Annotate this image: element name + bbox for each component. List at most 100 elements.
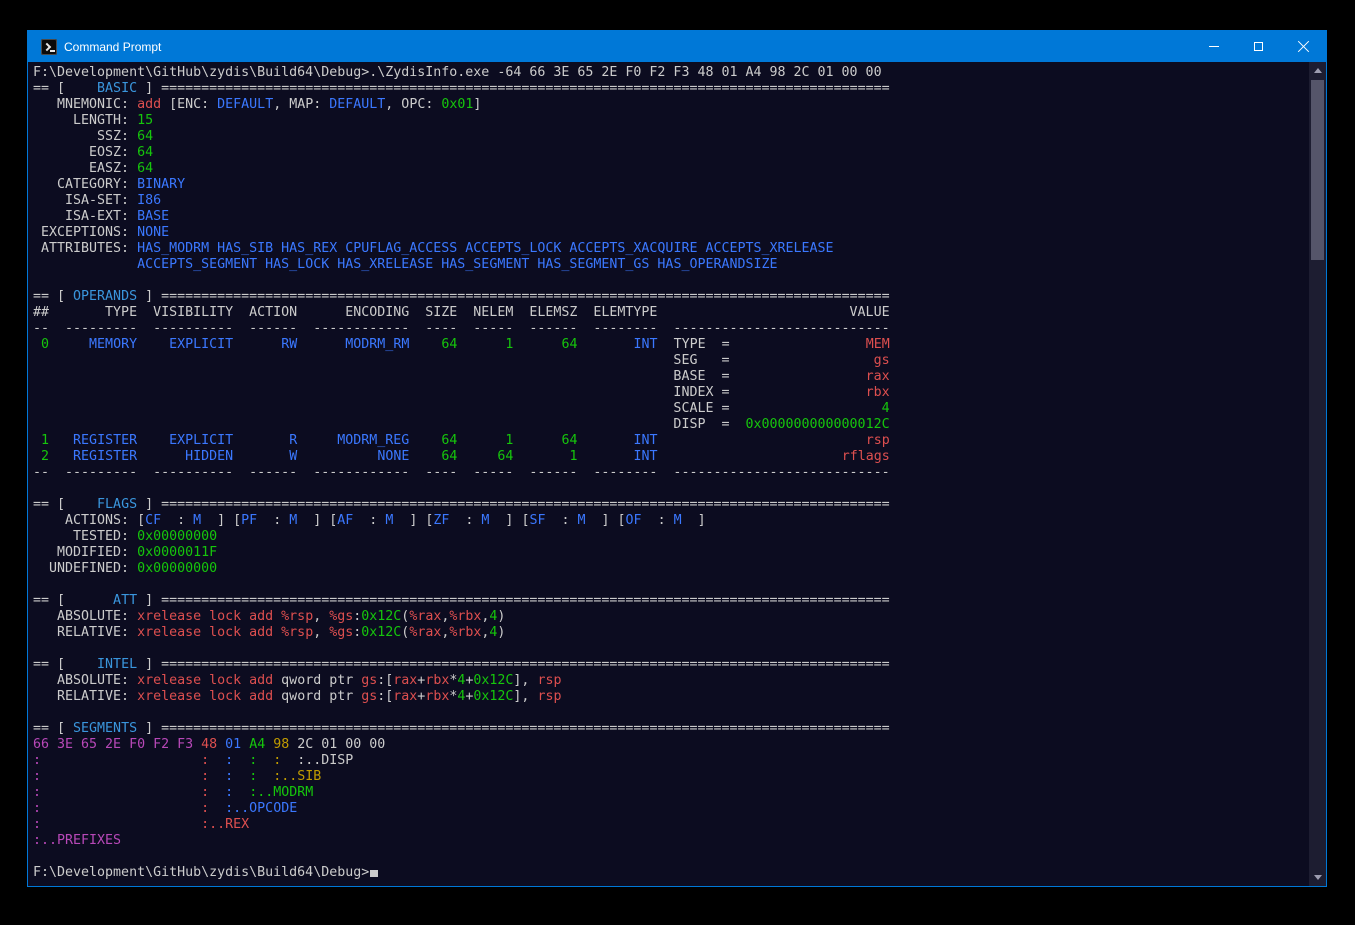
terminal-text: HAS_MODRM HAS_SIB HAS_REX CPUFLAG_ACCESS… <box>137 241 833 256</box>
terminal-line: DISP = 0x000000000000012C <box>33 417 1308 433</box>
scrollbar[interactable] <box>1309 62 1326 886</box>
terminal-line: : : : :..MODRM <box>33 785 1308 801</box>
maximize-button[interactable] <box>1236 31 1281 62</box>
terminal-text: MEMORY <box>89 337 137 352</box>
terminal-text: ISA-SET: <box>33 193 137 208</box>
terminal-text <box>658 433 866 448</box>
terminal-text: NONE <box>137 225 169 240</box>
scroll-down-button[interactable] <box>1309 869 1326 886</box>
terminal-text <box>409 337 441 352</box>
terminal-text: CATEGORY: <box>33 177 137 192</box>
terminal-text: 01 <box>225 737 241 752</box>
terminal-text: ========================================… <box>161 721 890 736</box>
terminal-text: EOSZ: <box>33 145 137 160</box>
terminal-text: 0 <box>33 337 49 352</box>
terminal-text <box>137 433 169 448</box>
terminal-text: SSZ: <box>33 129 137 144</box>
terminal-text <box>578 433 634 448</box>
terminal-line: 1 REGISTER EXPLICIT R MODRM_REG 64 1 64 … <box>33 433 1308 449</box>
terminal-text <box>297 433 337 448</box>
terminal-text: 0x0000011F <box>137 545 217 560</box>
terminal-text: 0x12C <box>361 625 401 640</box>
terminal-text: == [ <box>33 497 73 512</box>
terminal-text: M <box>193 513 201 528</box>
terminal-text: : <box>33 801 41 816</box>
terminal-text: MODRM_RM <box>345 337 409 352</box>
terminal-text <box>41 753 201 768</box>
terminal-line: EXCEPTIONS: NONE <box>33 225 1308 241</box>
terminal-text: CF <box>145 513 161 528</box>
terminal-text: : <box>33 785 41 800</box>
terminal-text: EXPLICIT <box>169 433 233 448</box>
scrollbar-thumb[interactable] <box>1311 80 1324 260</box>
terminal-line: == [ OPERANDS ] ========================… <box>33 289 1308 305</box>
terminal-line: ABSOLUTE: xrelease lock add qword ptr gs… <box>33 673 1308 689</box>
terminal-text <box>49 433 73 448</box>
scroll-up-icon <box>1314 68 1322 73</box>
terminal-line: RELATIVE: xrelease lock add %rsp, %gs:0x… <box>33 625 1308 641</box>
terminal-text: %rax <box>409 609 441 624</box>
terminal-text <box>658 449 842 464</box>
close-button[interactable] <box>1281 31 1326 62</box>
terminal-text <box>297 449 377 464</box>
terminal-text: REGISTER <box>73 433 137 448</box>
terminal-text <box>409 449 441 464</box>
terminal-line: SEG = gs <box>33 353 1308 369</box>
terminal-text: ] <box>137 593 161 608</box>
terminal-text: :[ <box>377 689 393 704</box>
terminal-text: 64 <box>137 145 153 160</box>
terminal-text: ] [ <box>297 513 337 528</box>
terminal-text: : <box>353 513 385 528</box>
terminal-line: : : :..OPCODE <box>33 801 1308 817</box>
terminal-text: ] <box>682 513 706 528</box>
terminal-line: F:\Development\GitHub\zydis\Build64\Debu… <box>33 65 1308 81</box>
terminal-line: EASZ: 64 <box>33 161 1308 177</box>
terminal-line: CATEGORY: BINARY <box>33 177 1308 193</box>
terminal-text: 0x000000000000012C <box>745 417 889 432</box>
terminal-text: == [ <box>33 657 73 672</box>
terminal-text: ACCEPTS_SEGMENT HAS_LOCK HAS_XRELEASE HA… <box>137 257 777 272</box>
terminal-text: SCALE = <box>33 401 882 416</box>
terminal-text: MODRM_REG <box>337 433 409 448</box>
terminal-text: [ENC: <box>161 97 217 112</box>
terminal-text: rsp <box>866 433 890 448</box>
terminal-text: xrelease lock add %rsp <box>137 625 313 640</box>
terminal-text: RW <box>281 337 297 352</box>
terminal-text <box>137 337 169 352</box>
terminal-text: %gs <box>329 625 353 640</box>
terminal-line: : :..REX <box>33 817 1308 833</box>
terminal-line: LENGTH: 15 <box>33 113 1308 129</box>
terminal-text: 64 <box>497 449 513 464</box>
close-icon <box>1297 40 1310 53</box>
terminal-text: qword ptr <box>273 673 361 688</box>
terminal-line <box>33 481 1308 497</box>
terminal-text <box>33 257 137 272</box>
terminal-body: F:\Development\GitHub\zydis\Build64\Debu… <box>33 65 1308 886</box>
terminal-text: : <box>33 817 41 832</box>
terminal-text <box>233 785 249 800</box>
terminal-text: ========================================… <box>161 657 890 672</box>
terminal-text: add <box>137 97 161 112</box>
terminal-text <box>137 449 185 464</box>
terminal-text <box>233 433 289 448</box>
terminal-text: RELATIVE: <box>33 689 137 704</box>
terminal-text: :..SIB <box>273 769 321 784</box>
terminal-text: , <box>313 609 329 624</box>
terminal-text: ABSOLUTE: <box>33 609 137 624</box>
scroll-up-button[interactable] <box>1309 62 1326 79</box>
terminal-text <box>457 337 505 352</box>
console[interactable]: F:\Development\GitHub\zydis\Build64\Debu… <box>28 62 1326 886</box>
minimize-button[interactable] <box>1191 31 1236 62</box>
terminal-text: rflags <box>842 449 890 464</box>
window-controls <box>1191 31 1326 62</box>
terminal-text: rax <box>393 673 417 688</box>
terminal-text: OF <box>626 513 642 528</box>
terminal-text: 64 <box>441 433 457 448</box>
titlebar[interactable]: Command Prompt <box>28 31 1326 62</box>
terminal-text <box>41 785 201 800</box>
terminal-line: ACTIONS: [CF : M ] [PF : M ] [AF : M ] [… <box>33 513 1308 529</box>
terminal-text <box>233 449 289 464</box>
terminal-text: BASE = <box>33 369 866 384</box>
terminal-text: INT <box>634 337 658 352</box>
terminal-text <box>281 753 297 768</box>
